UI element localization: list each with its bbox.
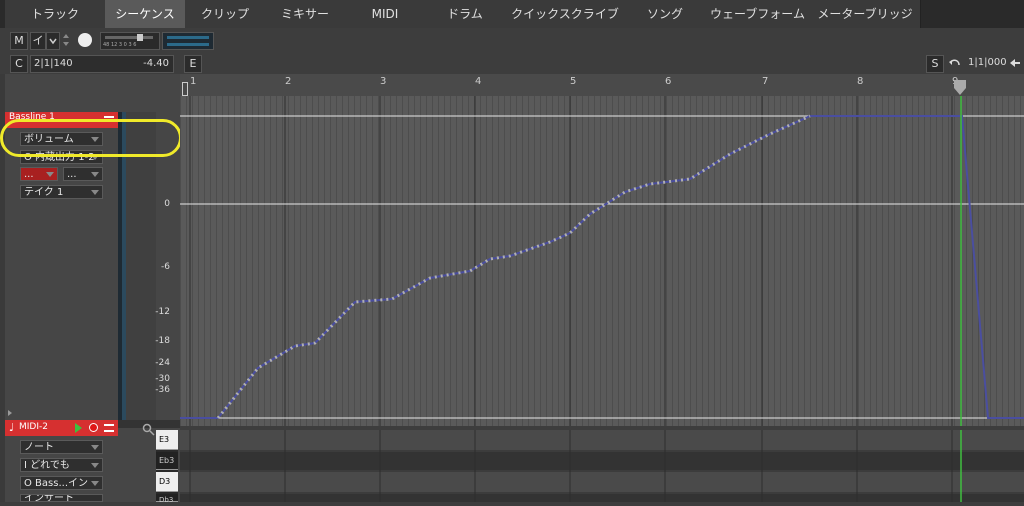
slot2-dropdown[interactable]: ... (63, 167, 103, 181)
bar-number: 5 (570, 76, 577, 87)
input-dropdown[interactable]: I どれでも (20, 458, 103, 472)
info-row: C 2|1|140 -4.40 E S 1|1|000 (0, 52, 1024, 74)
tab-track[interactable]: トラック (5, 0, 106, 28)
slot2-label: ... (67, 169, 77, 180)
midi-note-lanes[interactable] (180, 430, 1024, 502)
slot1-dropdown[interactable]: ... (20, 167, 58, 181)
start-marker-icon[interactable] (182, 82, 188, 96)
slot1-label: ... (24, 169, 34, 180)
position-display[interactable]: 2|1|140 -4.40 (30, 55, 174, 73)
automation-editor[interactable] (180, 96, 1024, 426)
piano-key[interactable]: E3 (156, 430, 178, 450)
bar-number: 4 (475, 76, 482, 87)
mute-button[interactable]: M (10, 32, 28, 50)
piano-key[interactable]: D3 (156, 472, 178, 492)
e-button[interactable]: E (184, 55, 202, 73)
meter-scale: 48 12 3 0 3 6 (103, 42, 137, 48)
output-dropdown-2[interactable]: O Bass...イン (20, 476, 103, 490)
tab-midi[interactable]: MIDI (345, 0, 426, 28)
chevron-down-icon[interactable] (46, 32, 60, 50)
volume-value: -4.40 (143, 58, 169, 69)
piano-keyboard: E3 Eb3 D3 Db3 (156, 430, 178, 504)
scale-label: -12 (155, 307, 170, 317)
tab-song[interactable]: ソング (625, 0, 706, 28)
level-meter: 48 12 3 0 3 6 (100, 32, 160, 50)
menu-icon[interactable] (104, 424, 114, 432)
playhead-marker-icon[interactable] (954, 80, 966, 96)
track-header-midi2[interactable]: ♩ MIDI-2 (5, 420, 118, 436)
now-position: 1|1|000 (968, 57, 1007, 68)
highlight-annotation (0, 119, 182, 157)
input-button[interactable]: イ (30, 32, 46, 50)
tab-quickscribe[interactable]: クイックスクライブ (505, 0, 626, 28)
track-name: MIDI-2 (19, 422, 48, 432)
main-tab-bar: トラック シーケンス クリップ ミキサー MIDI ドラム クイックスクライブ … (0, 0, 1024, 29)
input-label: I どれでも (24, 460, 70, 471)
tab-sequence[interactable]: シーケンス (105, 0, 186, 28)
search-icon[interactable] (142, 422, 156, 436)
note-dropdown[interactable]: ノート (20, 440, 103, 454)
note-label: ノート (24, 442, 54, 453)
bar-number: 1 (190, 76, 197, 87)
scale-label: -24 (155, 358, 170, 368)
expand-arrow-icon[interactable] (8, 410, 12, 416)
tab-clip[interactable]: クリップ (185, 0, 266, 28)
bar-number: 8 (857, 76, 864, 87)
scale-label: -30 (155, 374, 170, 384)
tab-mixer[interactable]: ミキサー (265, 0, 346, 28)
position-value: 2|1|140 (34, 58, 73, 69)
output-label-2: O Bass...イン (24, 478, 88, 489)
stepper-icon[interactable] (62, 32, 70, 48)
undo-icon[interactable] (948, 55, 962, 71)
music-note-icon: ♩ (9, 421, 15, 434)
take-dropdown[interactable]: テイク 1 (20, 185, 103, 199)
pan-knob[interactable] (78, 33, 92, 47)
take-label: テイク 1 (24, 187, 64, 198)
scale-label: 0 (164, 199, 170, 209)
bar-number: 6 (665, 76, 672, 87)
tab-waveform[interactable]: ウェーブフォーム (705, 0, 811, 28)
scale-label: -6 (161, 262, 170, 272)
s-button[interactable]: S (926, 55, 944, 73)
tab-drum[interactable]: ドラム (425, 0, 506, 28)
play-icon[interactable] (75, 423, 82, 433)
scale-label: -18 (155, 336, 170, 346)
bar-number: 2 (285, 76, 292, 87)
timeline-ruler[interactable]: 1 2 3 4 5 6 7 8 9 (180, 74, 1024, 97)
piano-key[interactable]: Db3 (156, 494, 178, 504)
arrow-left-icon[interactable] (1008, 55, 1022, 71)
piano-key[interactable]: Eb3 (156, 452, 178, 470)
output-meter (162, 32, 214, 50)
c-button[interactable]: C (10, 55, 28, 73)
bar-number: 7 (762, 76, 769, 87)
track-menu-icon[interactable] (104, 116, 114, 118)
bar-number: 3 (380, 76, 387, 87)
insert-label: インサート (24, 494, 74, 502)
scale-label: -36 (155, 385, 170, 395)
tab-meterbridge[interactable]: メーターブリッジ (810, 0, 921, 28)
insert-dropdown[interactable]: インサート (20, 494, 103, 502)
record-icon[interactable] (89, 423, 98, 432)
track-controls-row: M イ 48 12 3 0 3 6 (0, 28, 1024, 52)
